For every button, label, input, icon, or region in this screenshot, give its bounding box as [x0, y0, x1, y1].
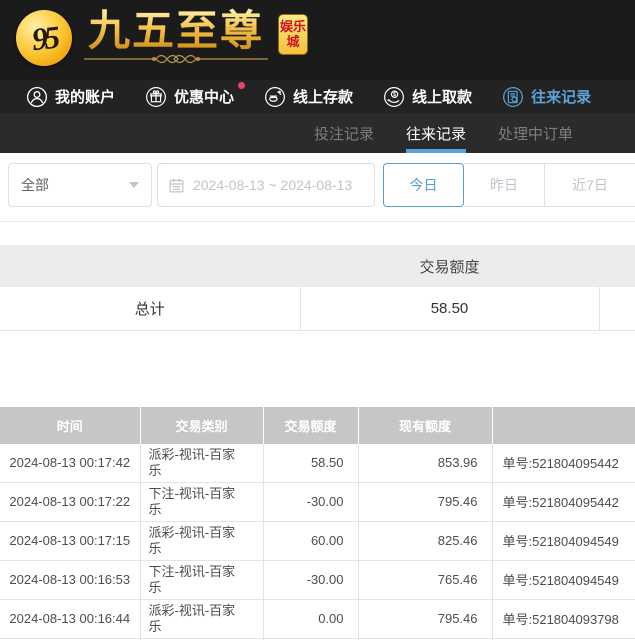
nav-item-label: 线上取款: [412, 86, 472, 107]
cell-balance: 795.46: [358, 482, 492, 521]
flourish-divider: [82, 52, 270, 66]
cell-time: 2024-08-13 00:16:53: [0, 560, 140, 599]
cell-amount: 0.00: [263, 599, 358, 638]
table-row: 2024-08-13 00:17:22 下注-视讯-百家乐 -30.00 795…: [0, 482, 635, 521]
col-header-balance: 现有额度: [358, 407, 492, 444]
notification-dot: [238, 82, 245, 89]
cell-amount: -30.00: [263, 560, 358, 599]
cell-time: 2024-08-13 00:17:42: [0, 444, 140, 483]
section-divider: [0, 221, 635, 222]
table-row: 2024-08-13 00:16:53 下注-视讯-百家乐 -30.00 765…: [0, 560, 635, 599]
cell-order: 单号:521804094549: [492, 521, 635, 560]
col-header-order: [492, 407, 635, 444]
tab-betting-records[interactable]: 投注记录: [314, 113, 374, 153]
tab-label: 往来记录: [406, 123, 466, 144]
cell-balance: 765.46: [358, 560, 492, 599]
brand-name: 九五至尊: [88, 8, 264, 54]
date-range-input[interactable]: 2024-08-13 ~ 2024-08-13: [157, 163, 375, 207]
cell-type: 派彩-视讯-百家乐: [140, 599, 263, 638]
nav-item-deposit[interactable]: 线上存款: [264, 86, 353, 108]
nav-item-withdraw[interactable]: $ 线上取款: [383, 86, 472, 108]
user-icon: [26, 86, 48, 108]
cell-type: 派彩-视讯-百家乐: [140, 444, 263, 483]
brand-logo[interactable]: 95 九五至尊 娱乐城: [16, 8, 308, 66]
site-header: 95 九五至尊 娱乐城: [0, 0, 635, 80]
summary-header-empty: [0, 245, 300, 287]
brand-badge: 娱乐城: [278, 14, 308, 55]
cell-amount: -30.00: [263, 482, 358, 521]
tab-transaction-records[interactable]: 往来记录: [406, 113, 466, 153]
logo-95-text: 95: [30, 18, 58, 57]
col-header-time: 时间: [0, 407, 140, 444]
tab-label: 投注记录: [314, 123, 374, 144]
nav-item-label: 往来记录: [531, 86, 591, 107]
table-row: 2024-08-13 00:17:42 派彩-视讯-百家乐 58.50 853.…: [0, 444, 635, 483]
cell-order: 单号:521804095442: [492, 444, 635, 483]
chevron-down-icon: [129, 182, 139, 188]
nav-item-promotions[interactable]: 优惠中心: [145, 86, 234, 108]
summary-header-empty2: [599, 245, 635, 287]
cell-order: 单号:521804093798: [492, 599, 635, 638]
nav-item-my-account[interactable]: 我的账户: [26, 86, 115, 108]
summary-header-row: 交易额度: [0, 245, 635, 287]
cell-balance: 853.96: [358, 444, 492, 483]
category-select-value: 全部: [21, 175, 49, 195]
withdraw-coin-icon: $: [383, 86, 405, 108]
gift-icon: [145, 86, 167, 108]
tab-label: 处理中订单: [498, 123, 573, 144]
records-icon: [502, 86, 524, 108]
table-row: 2024-08-13 00:16:44 派彩-视讯-百家乐 0.00 795.4…: [0, 599, 635, 638]
summary-total-value: 58.50: [300, 287, 599, 330]
cell-time: 2024-08-13 00:16:44: [0, 599, 140, 638]
cell-type: 派彩-视讯-百家乐: [140, 521, 263, 560]
transactions-table: 时间 交易类别 交易额度 现有额度 2024-08-13 00:17:42 派彩…: [0, 407, 635, 640]
cell-balance: 825.46: [358, 521, 492, 560]
last7days-button[interactable]: 近7日: [545, 163, 635, 207]
logo-95-icon: 95: [16, 10, 72, 66]
summary-header-amount: 交易额度: [300, 245, 599, 287]
summary-table: 交易额度 总计 58.50: [0, 245, 635, 331]
calendar-icon: [168, 177, 185, 194]
cell-time: 2024-08-13 00:17:15: [0, 521, 140, 560]
deposit-coins-icon: [264, 86, 286, 108]
cell-order: 单号:521804095442: [492, 482, 635, 521]
nav-item-label: 我的账户: [55, 86, 115, 107]
cell-type: 下注-视讯-百家乐: [140, 482, 263, 521]
col-header-amount: 交易额度: [263, 407, 358, 444]
date-quick-buttons: 今日 昨日 近7日: [383, 163, 635, 207]
today-button[interactable]: 今日: [383, 163, 464, 207]
cell-order: 单号:521804094549: [492, 560, 635, 599]
cell-balance: 795.46: [358, 599, 492, 638]
filter-row: 全部 2024-08-13 ~ 2024-08-13 今日 昨日 近7日: [0, 153, 635, 207]
nav-item-records[interactable]: 往来记录: [502, 86, 591, 108]
cell-amount: 58.50: [263, 444, 358, 483]
col-header-type: 交易类别: [140, 407, 263, 444]
cell-type: 下注-视讯-百家乐: [140, 560, 263, 599]
nav-item-label: 优惠中心: [174, 86, 234, 107]
cell-time: 2024-08-13 00:17:22: [0, 482, 140, 521]
tab-processing-orders[interactable]: 处理中订单: [498, 113, 573, 153]
nav-item-label: 线上存款: [293, 86, 353, 107]
summary-total-row: 总计 58.50: [0, 287, 635, 330]
main-nav: 我的账户 优惠中心 线上存款 $ 线上取款: [0, 80, 635, 113]
category-select[interactable]: 全部: [8, 163, 152, 207]
subtab-bar: 投注记录 往来记录 处理中订单: [0, 113, 635, 153]
yesterday-button[interactable]: 昨日: [464, 163, 545, 207]
cell-amount: 60.00: [263, 521, 358, 560]
table-header-row: 时间 交易类别 交易额度 现有额度: [0, 407, 635, 444]
table-row: 2024-08-13 00:17:15 派彩-视讯-百家乐 60.00 825.…: [0, 521, 635, 560]
summary-total-label: 总计: [0, 287, 300, 330]
svg-text:$: $: [393, 91, 396, 97]
date-range-value: 2024-08-13 ~ 2024-08-13: [193, 177, 352, 193]
